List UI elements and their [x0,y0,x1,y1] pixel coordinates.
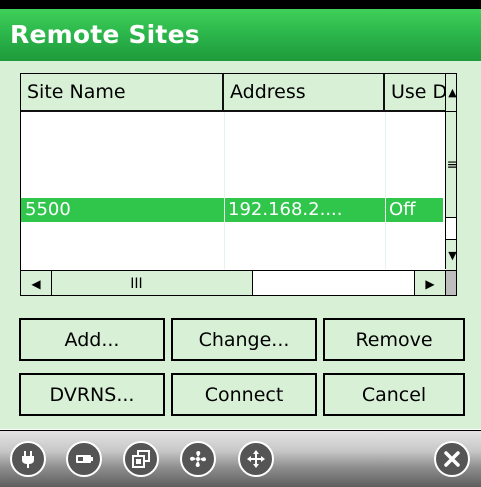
windows-icon[interactable] [123,441,159,477]
cell-address [224,224,385,248]
change-button[interactable]: Change... [171,318,317,361]
arrow-down-icon: ▼ [448,248,457,262]
arrow-up-icon: ▲ [448,86,457,99]
cell-site-name [21,224,224,248]
window-title: Remote Sites [10,20,200,49]
connect-button[interactable]: Connect [171,373,317,416]
column-header-use[interactable]: Use D [385,74,445,112]
cell-use [385,166,445,190]
table-row[interactable] [21,246,443,270]
add-button[interactable]: Add... [19,318,165,361]
scroll-right-button[interactable]: ▶ [414,271,445,295]
vertical-scroll-thumb[interactable]: ≡ [446,111,456,218]
plug-icon[interactable] [10,441,46,477]
cell-use [385,224,445,248]
grip-icon: III [130,275,143,292]
column-header-site-name[interactable]: Site Name [21,74,224,112]
column-divider [224,112,225,269]
table-row[interactable] [21,139,443,163]
horizontal-scrollbar[interactable]: III ◀ ▶ [21,270,445,295]
horizontal-scroll-thumb[interactable]: III [21,271,253,295]
cell-site-name [21,166,224,190]
cell-address: 192.168.2.... [228,199,343,220]
column-divider [385,112,386,269]
cell-use [385,139,445,163]
battery-icon[interactable] [66,441,102,477]
table-row[interactable] [21,224,443,248]
arrow-right-icon: ▶ [425,276,435,291]
table-row[interactable] [21,166,443,190]
taskbar [0,430,481,487]
cancel-button[interactable]: Cancel [323,373,465,416]
cell-address [224,246,385,270]
remove-button[interactable]: Remove [323,318,465,361]
cell-use [385,112,445,136]
cell-site-name [21,112,224,136]
table-row-selected[interactable]: 5500 192.168.2.... Off [21,198,443,222]
move-icon[interactable] [238,441,274,477]
cell-site-name [21,139,224,163]
title-bar: Remote Sites [0,9,481,61]
remote-sites-list[interactable]: Site Name Address Use D 5500 192.168.2..… [20,73,457,296]
scroll-up-button[interactable]: ▲ [446,74,457,112]
cell-use: Off [389,199,416,220]
cell-use [385,246,445,270]
cell-address [224,139,385,163]
vertical-scrollbar[interactable]: ▲ ≡ ▼ [445,74,457,270]
close-icon[interactable] [434,441,470,477]
fan-icon[interactable] [180,441,216,477]
dvrns-button[interactable]: DVRNS... [19,373,165,416]
cell-site-name: 5500 [25,199,71,220]
grip-icon: ≡ [447,157,456,173]
scroll-left-button[interactable]: ◀ [21,271,52,295]
cell-site-name [21,246,224,270]
column-header-address[interactable]: Address [224,74,385,112]
vertical-scroll-track[interactable] [446,218,456,239]
cell-address [224,112,385,136]
scrollbar-corner [445,270,456,295]
cell-address [224,166,385,190]
arrow-left-icon: ◀ [31,276,41,291]
scroll-down-button[interactable]: ▼ [446,239,457,270]
table-row[interactable] [21,112,443,136]
top-status-bar [0,0,481,9]
